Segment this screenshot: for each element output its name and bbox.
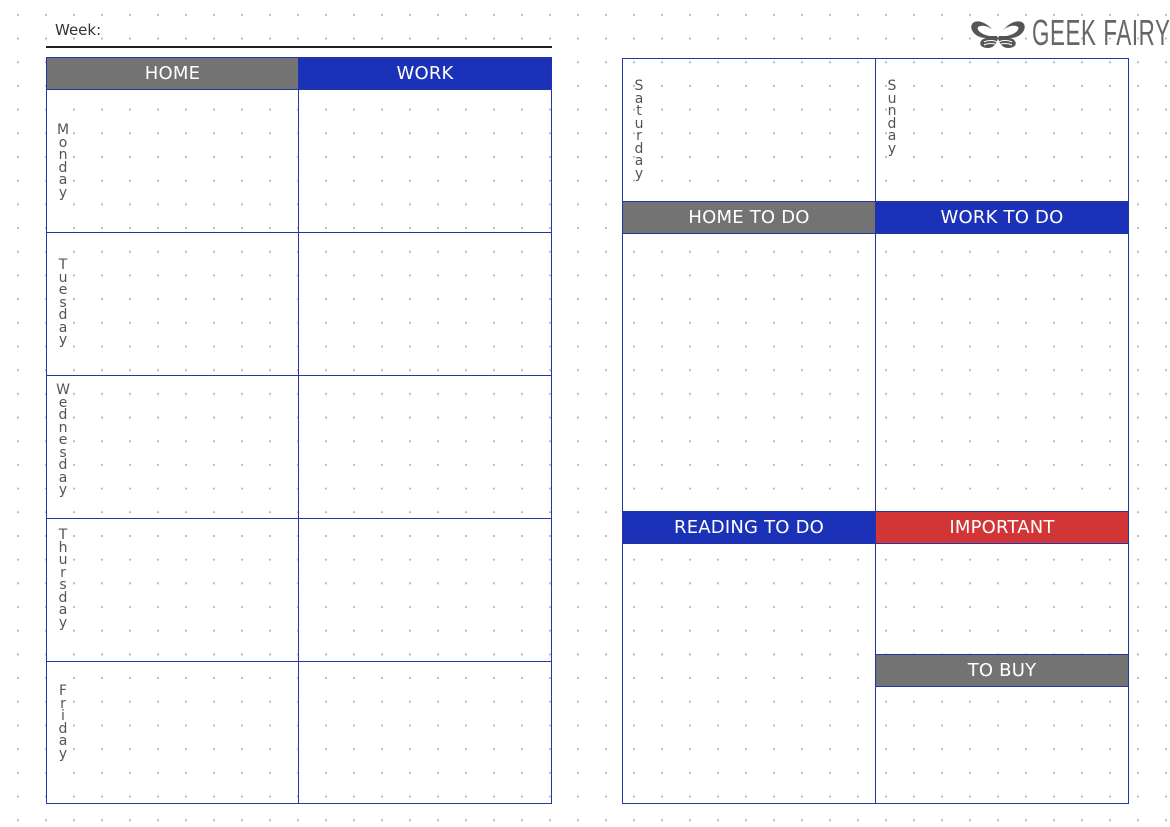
to-buy-area[interactable] — [875, 686, 1129, 804]
day-label-letter: y — [58, 614, 68, 631]
home-column-header: HOME — [46, 57, 299, 90]
day-label-thursday: Thursday — [54, 528, 72, 631]
day-label-letter: y — [58, 184, 68, 201]
work-todo-header: WORK TO DO — [875, 201, 1129, 234]
wednesday-work-cell[interactable] — [298, 375, 552, 519]
brand-logo: GEEK FAIRY — [968, 12, 1170, 54]
reading-todo-header: READING TO DO — [622, 511, 876, 544]
friday-work-cell[interactable] — [298, 661, 552, 804]
home-todo-area[interactable] — [622, 233, 876, 512]
work-todo-area[interactable] — [875, 233, 1129, 512]
day-label-monday: Monday — [54, 123, 72, 201]
tuesday-home-cell[interactable] — [46, 232, 299, 376]
butterfly-icon — [971, 21, 1025, 48]
important-area[interactable] — [875, 543, 1129, 655]
brand-name: GEEK FAIRY — [1032, 12, 1170, 53]
important-header: IMPORTANT — [875, 511, 1129, 544]
wednesday-home-cell[interactable] — [46, 375, 299, 519]
thursday-home-cell[interactable] — [46, 518, 299, 662]
saturday-cell[interactable] — [622, 58, 876, 202]
to-buy-header: TO BUY — [875, 654, 1129, 687]
week-input-line[interactable] — [46, 46, 552, 48]
monday-work-cell[interactable] — [298, 89, 552, 233]
friday-home-cell[interactable] — [46, 661, 299, 804]
week-label: Week: — [55, 21, 102, 39]
work-column-header: WORK — [298, 57, 552, 90]
day-label-sunday: Sunday — [883, 79, 901, 157]
day-label-letter: y — [887, 140, 897, 157]
day-label-letter: y — [58, 745, 68, 762]
day-label-friday: Friday — [54, 684, 72, 762]
sunday-cell[interactable] — [875, 58, 1129, 202]
day-label-saturday: Saturday — [630, 79, 648, 182]
reading-todo-area[interactable] — [622, 543, 876, 804]
day-label-letter: y — [634, 165, 644, 182]
day-label-wednesday: Wednesday — [54, 383, 72, 498]
day-label-letter: y — [58, 332, 68, 348]
day-label-letter: y — [58, 482, 68, 498]
tuesday-work-cell[interactable] — [298, 232, 552, 376]
day-label-tuesday: Tuesday — [54, 258, 72, 348]
thursday-work-cell[interactable] — [298, 518, 552, 662]
monday-home-cell[interactable] — [46, 89, 299, 233]
home-todo-header: HOME TO DO — [622, 201, 876, 234]
